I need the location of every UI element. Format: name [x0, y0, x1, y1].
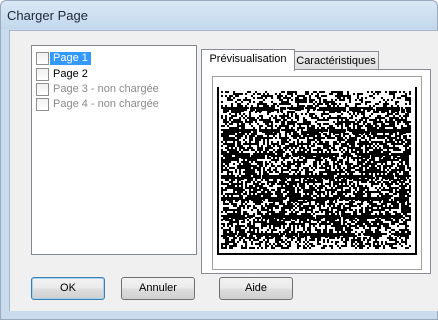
tab-characteristics[interactable]: Caractéristiques [293, 51, 379, 71]
page-list[interactable]: Page 1 Page 2 Page 3 - non chargée Page … [31, 45, 197, 255]
help-button[interactable]: Aide [219, 277, 293, 300]
ok-button[interactable]: OK [31, 277, 105, 300]
list-item-page-4[interactable]: Page 4 - non chargée [35, 97, 193, 112]
cancel-button[interactable]: Annuler [121, 277, 195, 300]
list-item-page-2[interactable]: Page 2 [35, 67, 193, 82]
page-3-checkbox[interactable] [36, 83, 49, 96]
preview-tab-panel [201, 69, 431, 274]
dialog-body: Page 1 Page 2 Page 3 - non chargée Page … [9, 30, 438, 311]
list-item-page-1[interactable]: Page 1 [35, 51, 193, 66]
window-title: Charger Page [7, 8, 88, 23]
page-preview [212, 76, 422, 270]
list-item-label: Page 3 - non chargée [53, 83, 159, 95]
page-thumbnail-image [213, 77, 421, 269]
page-1-checkbox[interactable] [36, 52, 49, 65]
tab-preview[interactable]: Prévisualisation [201, 49, 295, 71]
page-2-checkbox[interactable] [36, 68, 49, 81]
list-item-page-3[interactable]: Page 3 - non chargée [35, 82, 193, 97]
list-item-label: Page 1 [50, 52, 91, 65]
list-item-label: Page 2 [53, 68, 88, 80]
title-bar[interactable]: Charger Page [1, 1, 437, 29]
list-item-label: Page 4 - non chargée [53, 98, 159, 110]
dialog-window: Charger Page Page 1 Page 2 Page 3 - non … [0, 0, 438, 320]
page-4-checkbox[interactable] [36, 98, 49, 111]
